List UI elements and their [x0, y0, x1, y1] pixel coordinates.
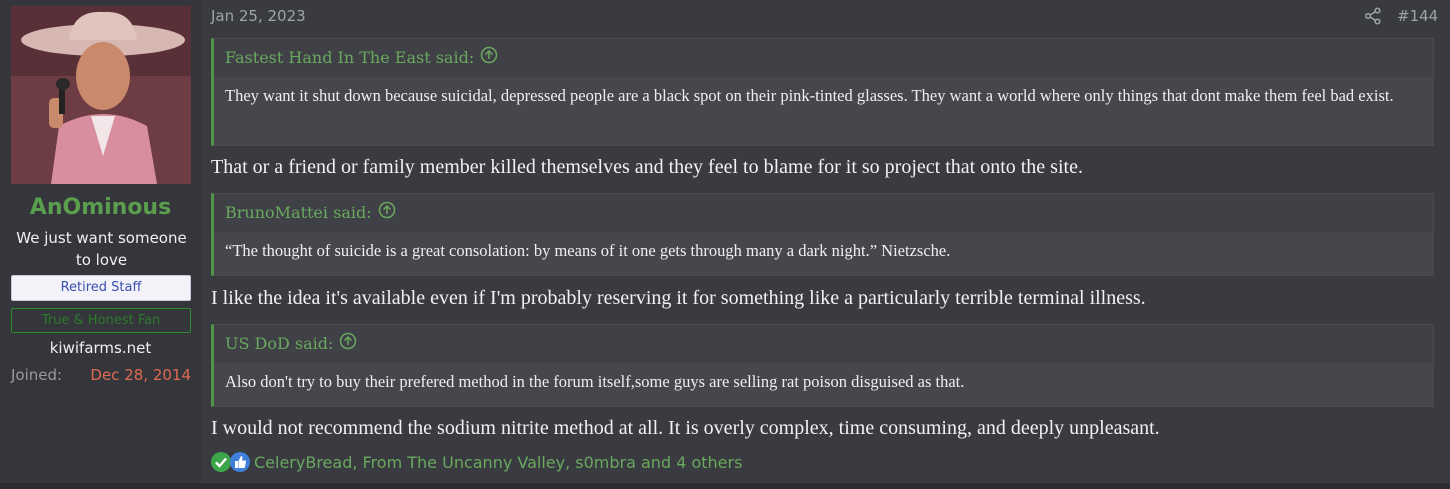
quote-header[interactable]: US DoD said:: [214, 325, 1433, 363]
username[interactable]: AnOminous: [0, 195, 201, 220]
quote-author[interactable]: Fastest Hand In The East said:: [225, 48, 474, 67]
quote-author[interactable]: US DoD said:: [225, 334, 333, 353]
post-divider: [0, 483, 1450, 489]
user-site: kiwifarms.net: [49, 339, 152, 357]
share-icon[interactable]: [1364, 7, 1382, 25]
user-title: We just want someone to love: [16, 229, 187, 269]
arrow-up-circle-icon[interactable]: [378, 195, 396, 233]
reaction-users[interactable]: CeleryBread, From The Uncanny Valley, s0…: [254, 453, 742, 472]
post-date[interactable]: Jan 25, 2023: [211, 7, 306, 25]
arrow-up-circle-icon[interactable]: [339, 326, 357, 364]
quote-block: BrunoMattei said: “The thought of suicid…: [211, 193, 1434, 276]
post-number[interactable]: #144: [1397, 7, 1438, 25]
quote-block: Fastest Hand In The East said: They want…: [211, 38, 1434, 146]
user-sidebar: AnOminous We just want someone to love R…: [0, 0, 201, 483]
joined-label: Joined:: [11, 366, 63, 384]
checkmark-reaction-icon[interactable]: [211, 452, 231, 472]
user-avatar[interactable]: [11, 6, 191, 184]
forum-post: AnOminous We just want someone to love R…: [0, 0, 1450, 483]
joined-date: Dec 28, 2014: [90, 366, 191, 384]
quote-body: “The thought of suicide is a great conso…: [214, 232, 1433, 275]
quote-body: They want it shut down because suicidal,…: [214, 77, 1433, 145]
arrow-up-circle-icon[interactable]: [480, 40, 498, 78]
post-text: I would not recommend the sodium nitrite…: [211, 417, 1160, 439]
quote-body: Also don't try to buy their prefered met…: [214, 363, 1433, 406]
quote-header[interactable]: BrunoMattei said:: [214, 194, 1433, 232]
user-banner-retired-staff: Retired Staff: [11, 275, 191, 301]
post-text: I like the idea it's available even if I…: [211, 287, 1146, 309]
quote-author[interactable]: BrunoMattei said:: [225, 203, 372, 222]
quote-block: US DoD said: Also don't try to buy their…: [211, 324, 1434, 407]
user-banner-fan: True & Honest Fan: [11, 308, 191, 333]
quote-header[interactable]: Fastest Hand In The East said:: [214, 39, 1433, 77]
thumbs-up-reaction-icon[interactable]: [230, 452, 250, 472]
post-text: That or a friend or family member killed…: [211, 156, 1083, 178]
